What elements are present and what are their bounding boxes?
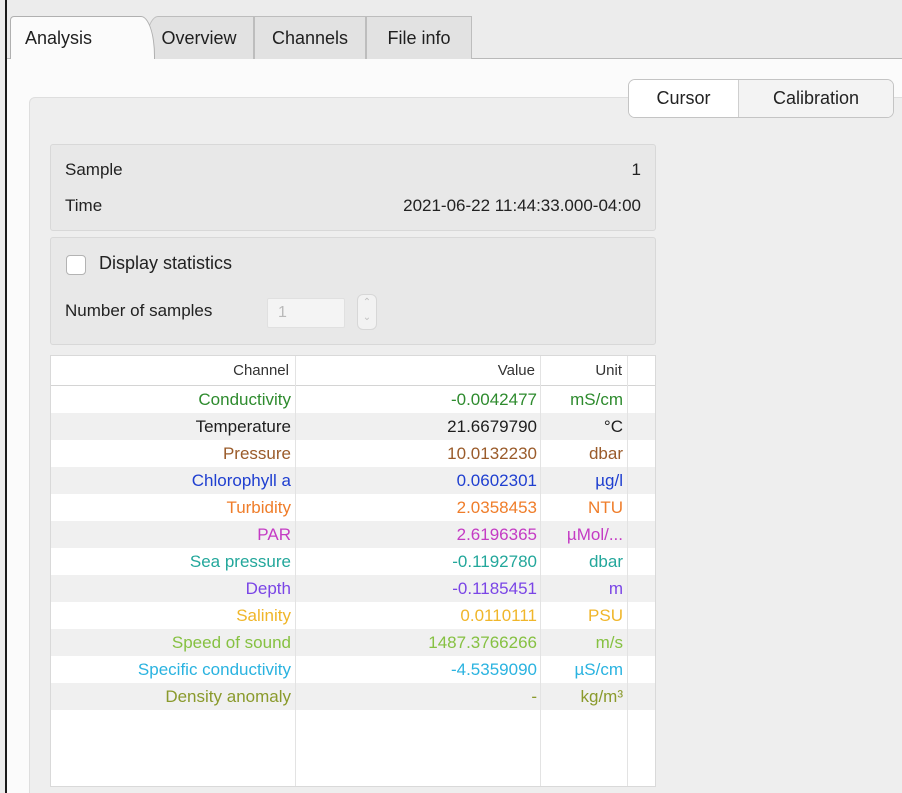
channel-name: Chlorophyll a: [191, 471, 291, 490]
table-row-empty: [51, 710, 655, 737]
time-row: Time 2021-06-22 11:44:33.000-04:00: [65, 193, 641, 219]
table-row[interactable]: Pressure 10.0132230 dbar: [51, 440, 655, 467]
column-divider: [295, 356, 296, 786]
channel-value: 2.0358453: [456, 498, 537, 517]
column-divider: [627, 356, 628, 786]
number-of-samples-stepper[interactable]: ⌃ ⌄: [357, 294, 377, 330]
channel-name: Specific conductivity: [137, 660, 291, 679]
channel-name: Turbidity: [226, 498, 291, 517]
channel-unit: dbar: [588, 444, 623, 463]
table-row[interactable]: Speed of sound 1487.3766266 m/s: [51, 629, 655, 656]
channel-unit: NTU: [588, 498, 623, 517]
tab-analysis-label: Analysis: [25, 28, 93, 48]
tab-overview[interactable]: Overview: [144, 16, 254, 59]
calibration-button[interactable]: Calibration: [739, 80, 893, 117]
channel-unit: µMol/...: [566, 525, 623, 544]
channel-value: 0.0110111: [460, 606, 537, 625]
channel-name: PAR: [257, 525, 291, 544]
channel-value: 1487.3766266: [428, 633, 537, 652]
channel-unit: kg/m³: [580, 687, 624, 706]
table-row[interactable]: Temperature 21.6679790 °C: [51, 413, 655, 440]
header-channel[interactable]: Channel: [51, 356, 289, 385]
channel-unit: µS/cm: [574, 660, 623, 679]
number-of-samples-label: Number of samples: [65, 301, 213, 320]
channel-value: -: [531, 687, 537, 706]
channel-name: Temperature: [195, 417, 291, 436]
channel-value: -4.5359090: [450, 660, 537, 679]
sample-row: Sample 1: [65, 157, 641, 183]
header-value[interactable]: Value: [296, 356, 535, 385]
column-divider: [540, 356, 541, 786]
channel-unit: mS/cm: [570, 390, 623, 409]
table-row[interactable]: Depth -0.1185451 m: [51, 575, 655, 602]
table-row[interactable]: PAR 2.6196365 µMol/...: [51, 521, 655, 548]
channel-value: -0.0042477: [450, 390, 537, 409]
tab-channels[interactable]: Channels: [254, 16, 366, 59]
cursor-button[interactable]: Cursor: [629, 80, 739, 117]
channel-value: 2.6196365: [456, 525, 537, 544]
table-row[interactable]: Conductivity -0.0042477 mS/cm: [51, 386, 655, 413]
view-mode-segmented-control: Cursor Calibration: [628, 79, 894, 118]
table-row[interactable]: Salinity 0.0110111 PSU: [51, 602, 655, 629]
display-statistics-checkbox[interactable]: [66, 255, 86, 275]
channel-unit: m: [608, 579, 623, 598]
channel-name: Speed of sound: [171, 633, 291, 652]
channel-name: Salinity: [236, 606, 291, 625]
channel-name: Pressure: [222, 444, 291, 463]
sample-label: Sample: [65, 160, 123, 179]
table-row[interactable]: Sea pressure -0.1192780 dbar: [51, 548, 655, 575]
sample-info-box: Sample 1 Time 2021-06-22 11:44:33.000-04…: [50, 144, 656, 231]
table-row[interactable]: Density anomaly - kg/m³: [51, 683, 655, 710]
tab-analysis[interactable]: Analysis: [10, 16, 155, 60]
channel-value: 21.6679790: [447, 417, 537, 436]
table-row[interactable]: Chlorophyll a 0.0602301 µg/l: [51, 467, 655, 494]
display-statistics-label[interactable]: Display statistics: [99, 253, 232, 274]
stepper-up-icon[interactable]: ⌃: [358, 295, 376, 310]
channel-value: 10.0132230: [447, 444, 537, 463]
channel-name: Depth: [245, 579, 291, 598]
channel-unit: dbar: [588, 552, 623, 571]
channel-name: Density anomaly: [165, 687, 291, 706]
number-of-samples-input[interactable]: 1: [267, 298, 345, 328]
table-row[interactable]: Turbidity 2.0358453 NTU: [51, 494, 655, 521]
statistics-box: Display statistics Number of samples 1 ⌃…: [50, 237, 656, 345]
stepper-down-icon[interactable]: ⌄: [358, 310, 376, 325]
channel-value: -0.1185451: [452, 579, 537, 598]
channel-unit: m/s: [595, 633, 623, 652]
header-unit[interactable]: Unit: [541, 356, 622, 385]
sample-value: 1: [631, 160, 641, 179]
channel-name: Sea pressure: [189, 552, 291, 571]
channel-name: Conductivity: [198, 390, 291, 409]
channel-value: 0.0602301: [456, 471, 537, 490]
time-value: 2021-06-22 11:44:33.000-04:00: [403, 196, 641, 215]
channel-value: -0.1192780: [452, 552, 537, 571]
channel-unit: °C: [603, 417, 623, 436]
channel-unit: µg/l: [595, 471, 623, 490]
tab-file-info[interactable]: File info: [366, 16, 472, 59]
table-header: Channel Value Unit: [51, 356, 655, 386]
time-label: Time: [65, 196, 103, 215]
channel-table: Channel Value Unit Conductivity -0.004247…: [50, 355, 656, 787]
table-row[interactable]: Specific conductivity -4.5359090 µS/cm: [51, 656, 655, 683]
channel-unit: PSU: [588, 606, 623, 625]
